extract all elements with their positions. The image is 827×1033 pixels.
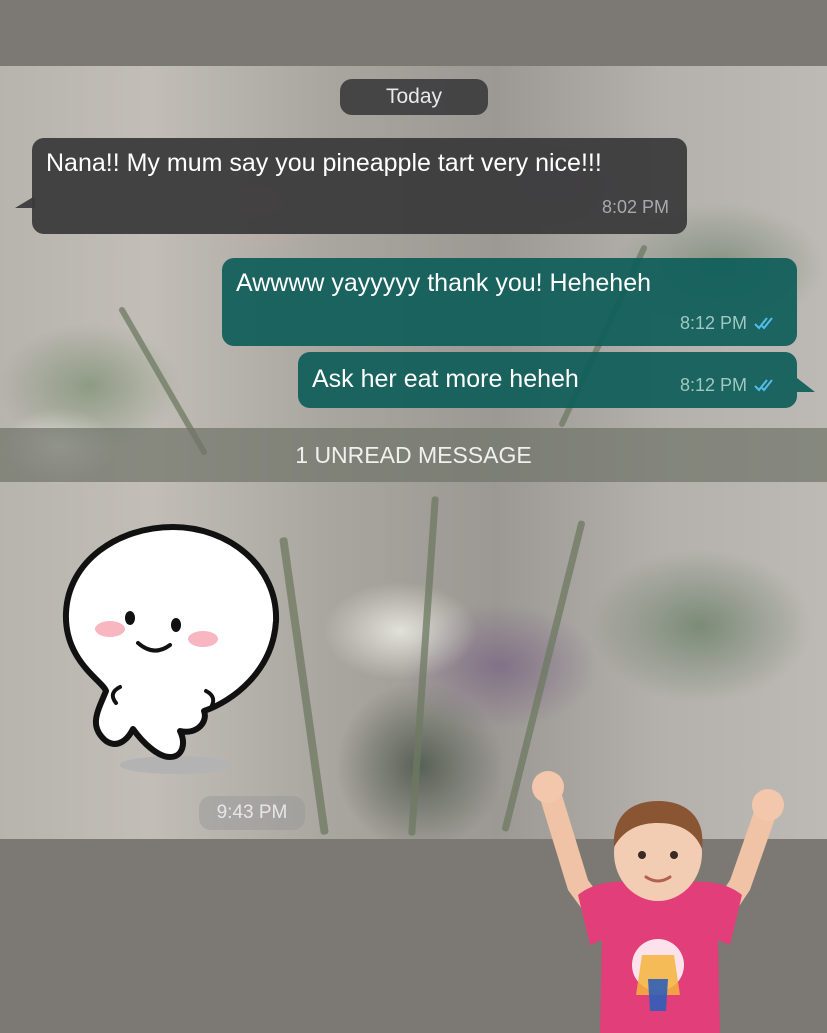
- outgoing-message[interactable]: Ask her eat more heheh 8:12 PM: [298, 352, 797, 408]
- incoming-message[interactable]: Nana!! My mum say you pineapple tart ver…: [32, 138, 687, 234]
- cheering-toddler-sticker: [532, 771, 784, 1033]
- message-meta: 8:12 PM: [680, 306, 779, 340]
- story-frame: Today Nana!! My mum say you pineapple ta…: [0, 0, 827, 1033]
- outgoing-bubble-tail: [797, 378, 815, 392]
- white-blob-character-sticker[interactable]: [58, 521, 288, 781]
- double-check-read-icon: [754, 379, 773, 392]
- message-text: Awwww yayyyyy thank you! Heheheh: [236, 269, 652, 297]
- message-text: Nana!! My mum say you pineapple tart ver…: [46, 149, 602, 177]
- message-meta: 8:12 PM: [680, 368, 779, 402]
- unread-messages-banner: 1 UNREAD MESSAGE: [0, 428, 827, 482]
- message-text: Ask her eat more heheh: [312, 365, 579, 393]
- message-time: 8:02 PM: [601, 197, 669, 217]
- background-stem: [408, 496, 439, 836]
- date-separator: Today: [340, 79, 488, 115]
- outgoing-message[interactable]: Awwww yayyyyy thank you! Heheheh 8:12 PM: [222, 258, 797, 346]
- double-check-read-icon: [754, 317, 773, 330]
- message-time: 8:12 PM: [679, 313, 747, 333]
- message-time: 8:12 PM: [679, 375, 747, 395]
- sticker-time: 9:43 PM: [199, 796, 305, 830]
- chat-screenshot: Today Nana!! My mum say you pineapple ta…: [0, 66, 827, 839]
